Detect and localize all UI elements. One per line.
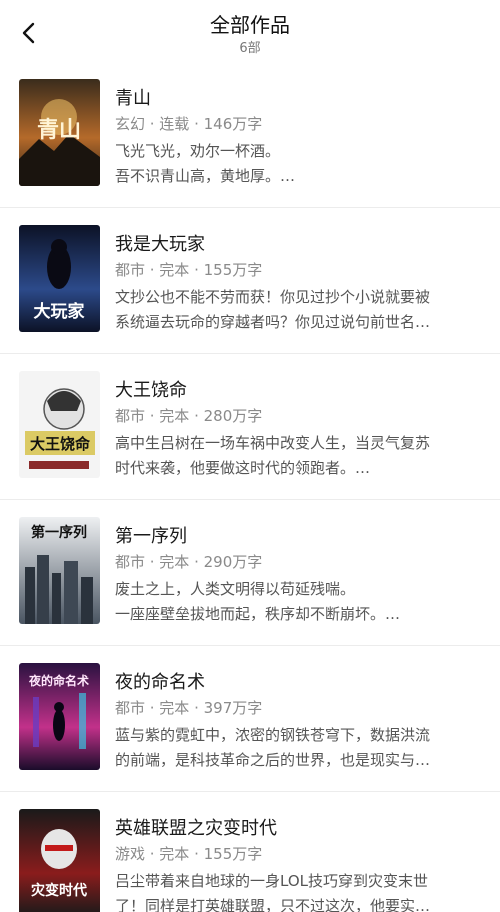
book-cover[interactable]: 灾变时代 [19,809,100,912]
description-line: 一座座壁垒拔地而起，秩序却不断崩坏。… [115,605,401,623]
book-title[interactable]: 第一序列 [115,522,187,548]
book-item[interactable]: 灾变时代 英雄联盟之灾变时代 游戏 · 完本 · 155万字 吕尘带着来自地球的… [0,792,500,912]
book-cover[interactable]: 大王饶命 [19,371,100,478]
book-description: 飞光飞光，劝尔一杯酒。 吾不识青山高，黄地厚。… [115,139,480,189]
description-line: 吾不识青山高，黄地厚。… [115,167,296,185]
book-meta: 玄幻 · 连载 · 146万字 [115,115,263,133]
cover-title: 第一序列 [31,524,87,541]
works-count: 6部 [239,41,261,56]
book-item[interactable]: 青山 青山 玄幻 · 连载 · 146万字 飞光飞光，劝尔一杯酒。 吾不识青山高… [0,62,500,208]
book-title[interactable]: 青山 [115,84,151,110]
book-meta: 都市 · 完本 · 397万字 [115,699,263,717]
page-title: 全部作品 [210,13,290,37]
book-cover[interactable]: 夜的命名术 [19,663,100,770]
description-line: 了！同样是打英雄联盟，只不过这次，他要实… [115,897,431,912]
book-description: 废土之上，人类文明得以苟延残喘。 一座座壁垒拔地而起，秩序却不断崩坏。… [115,577,480,627]
book-cover[interactable]: 大玩家 [19,225,100,332]
description-line: 的前端，是科技革命之后的世界，也是现实与… [115,751,431,769]
description-line: 系统逼去玩命的穿越者吗？你见过说句前世名… [115,313,431,331]
cover-title: 青山 [37,117,81,143]
book-cover[interactable]: 青山 [19,79,100,186]
description-line: 飞光飞光，劝尔一杯酒。 [115,142,281,160]
cover-title: 夜的命名术 [28,673,89,688]
book-item[interactable]: 大王饶命 大王饶命 都市 · 完本 · 280万字 高中生吕树在一场车祸中改变人… [0,354,500,500]
book-item[interactable]: 大玩家 我是大玩家 都市 · 完本 · 155万字 文抄公也不能不劳而获！你见过… [0,208,500,354]
book-description: 吕尘带着来自地球的一身LOL技巧穿到灾变末世 了！同样是打英雄联盟，只不过这次，… [115,869,480,912]
book-item[interactable]: 夜的命名术 夜的命名术 都市 · 完本 · 397万字 蓝与紫的霓虹中，浓密的钢… [0,646,500,792]
description-line: 吕尘带着来自地球的一身LOL技巧穿到灾变末世 [115,872,428,890]
book-meta: 都市 · 完本 · 290万字 [115,553,263,571]
description-line: 蓝与紫的霓虹中，浓密的钢铁苍穹下，数据洪流 [115,726,431,744]
book-item[interactable]: 第一序列 第一序列 都市 · 完本 · 290万字 废土之上，人类文明得以苟延残… [0,500,500,646]
top-bar: 全部作品 6部 [0,0,500,62]
book-title[interactable]: 我是大玩家 [115,230,205,256]
book-description: 蓝与紫的霓虹中，浓密的钢铁苍穹下，数据洪流 的前端，是科技革命之后的世界，也是现… [115,723,480,773]
cover-title: 大王饶命 [30,435,91,453]
description-line: 文抄公也不能不劳而获！你见过抄个小说就要被 [115,288,431,306]
book-title[interactable]: 夜的命名术 [115,668,205,694]
book-meta: 都市 · 完本 · 155万字 [115,261,263,279]
book-description: 高中生吕树在一场车祸中改变人生，当灵气复苏 时代来袭，他要做这时代的领跑者。… [115,431,480,481]
description-line: 废土之上，人类文明得以苟延残喘。 [115,580,356,598]
cover-title: 灾变时代 [31,882,87,899]
book-title[interactable]: 大王饶命 [115,376,187,402]
book-cover[interactable]: 第一序列 [19,517,100,624]
book-meta: 都市 · 完本 · 280万字 [115,407,263,425]
description-line: 高中生吕树在一场车祸中改变人生，当灵气复苏 [115,434,431,452]
description-line: 时代来袭，他要做这时代的领跑者。… [115,459,371,477]
book-title[interactable]: 英雄联盟之灾变时代 [115,814,277,840]
book-description: 文抄公也不能不劳而获！你见过抄个小说就要被 系统逼去玩命的穿越者吗？你见过说句前… [115,285,480,335]
works-list: 青山 青山 玄幻 · 连载 · 146万字 飞光飞光，劝尔一杯酒。 吾不识青山高… [0,62,500,912]
book-meta: 游戏 · 完本 · 155万字 [115,845,263,863]
cover-title: 大玩家 [34,301,85,322]
